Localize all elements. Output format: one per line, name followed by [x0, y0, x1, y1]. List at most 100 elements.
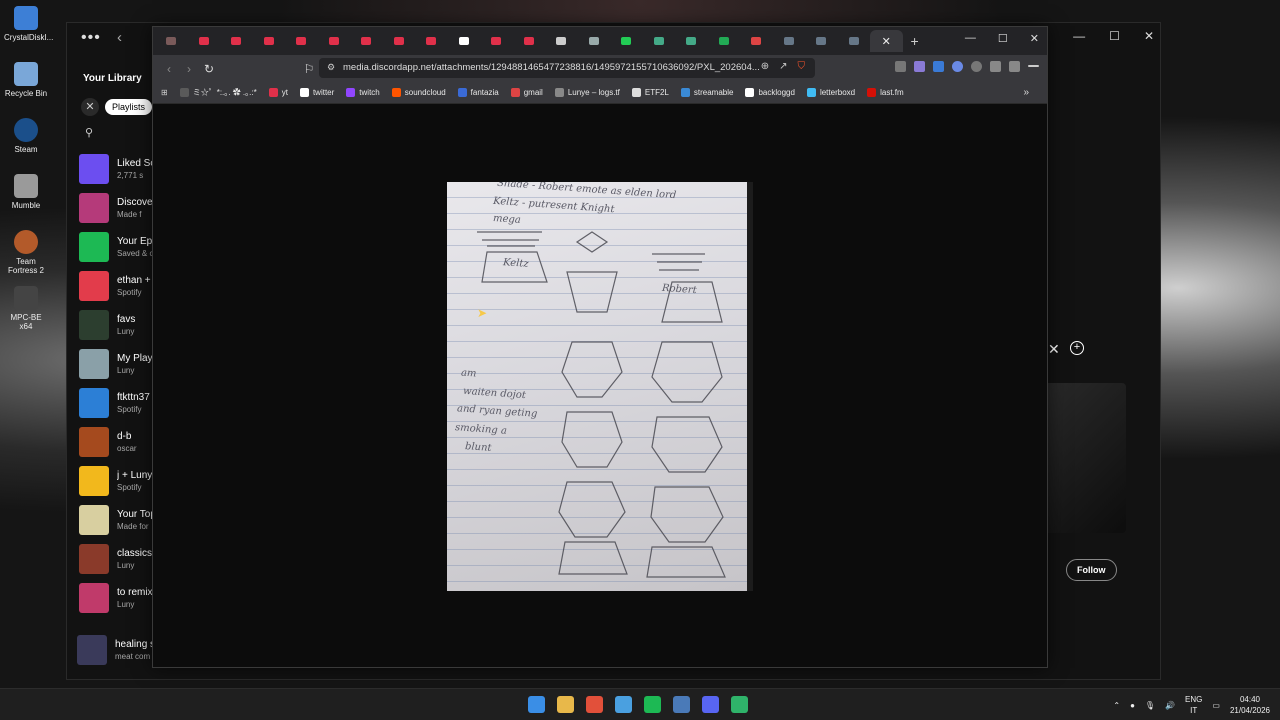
bookmark-item[interactable]: yt: [268, 87, 288, 98]
playlist-item[interactable]: ftkttn37 Spotify: [73, 383, 157, 422]
tab[interactable]: [155, 30, 188, 52]
close-panel-icon[interactable]: ✕: [1048, 341, 1060, 358]
follow-button[interactable]: Follow: [1066, 559, 1117, 581]
now-playing[interactable]: healing s meat com: [77, 635, 155, 665]
forward-icon[interactable]: ›: [179, 62, 199, 76]
discord-tray-icon[interactable]: ●: [1130, 701, 1135, 710]
taskbar-app-icon[interactable]: [557, 696, 574, 713]
puzzle-icon[interactable]: [990, 61, 1001, 72]
taskbar-app-icon[interactable]: [702, 696, 719, 713]
tray-overflow-icon[interactable]: ⌃: [1113, 701, 1120, 710]
bookmark-icon[interactable]: ⚐: [299, 62, 319, 76]
tab[interactable]: [805, 30, 838, 52]
bookmarks-overflow-icon[interactable]: »: [1023, 87, 1029, 98]
taskbar-app-icon[interactable]: [528, 696, 545, 713]
taskbar-app-icon[interactable]: [731, 696, 748, 713]
address-bar[interactable]: ⚙ media.discordapp.net/attachments/12948…: [319, 58, 815, 78]
tab[interactable]: [578, 30, 611, 52]
extension-icon[interactable]: [933, 61, 944, 72]
bookmark-item[interactable]: letterboxd: [806, 87, 855, 98]
url-text[interactable]: media.discordapp.net/attachments/1294881…: [343, 62, 760, 73]
tab[interactable]: [188, 30, 221, 52]
tab[interactable]: [643, 30, 676, 52]
desktop-icon-mumble[interactable]: Mumble: [4, 174, 48, 210]
tab[interactable]: [415, 30, 448, 52]
tab[interactable]: [480, 30, 513, 52]
tab[interactable]: [513, 30, 546, 52]
new-tab-button[interactable]: +: [911, 33, 919, 49]
tab[interactable]: [773, 30, 806, 52]
extension-icon[interactable]: [895, 61, 906, 72]
tab[interactable]: [448, 30, 481, 52]
bookmark-item[interactable]: Lunye – logs.tf: [554, 87, 620, 98]
taskbar-app-icon[interactable]: [644, 696, 661, 713]
tab[interactable]: [253, 30, 286, 52]
menu-dots-icon[interactable]: •••: [81, 29, 101, 47]
bookmark-item[interactable]: twitter: [299, 87, 334, 98]
taskbar-app-icon[interactable]: [615, 696, 632, 713]
speaker-icon[interactable]: 🔊: [1165, 701, 1175, 710]
tab[interactable]: [838, 30, 871, 52]
tab[interactable]: [610, 30, 643, 52]
clear-filter-icon[interactable]: ✕: [81, 98, 99, 116]
site-info-icon[interactable]: ⚙: [327, 62, 335, 73]
playlist-item[interactable]: Your Epi Saved & c: [73, 227, 157, 266]
now-playing-artist[interactable]: meat com: [115, 652, 155, 661]
bookmark-item[interactable]: streamable: [680, 87, 733, 98]
close-icon[interactable]: ✕: [1144, 29, 1154, 43]
tab[interactable]: [675, 30, 708, 52]
clock[interactable]: 04:40 21/04/2026: [1230, 694, 1270, 716]
playlist-item[interactable]: Liked So 2,771 s: [73, 149, 157, 188]
minimize-icon[interactable]: —: [1073, 29, 1085, 43]
close-tab-icon[interactable]: ✕: [882, 35, 891, 48]
microphone-icon[interactable]: 🎙: [1145, 701, 1155, 710]
desktop-icon-steam[interactable]: Steam: [4, 118, 48, 154]
bookmark-item[interactable]: twitch: [346, 87, 380, 98]
bookmark-item[interactable]: backloggd: [745, 87, 795, 98]
brave-shield-icon[interactable]: ⛉: [798, 61, 806, 72]
playlists-chip[interactable]: Playlists: [105, 99, 153, 115]
language-indicator[interactable]: ENG IT: [1185, 694, 1202, 716]
desktop-icon-recycle-bin[interactable]: Recycle Bin: [4, 62, 48, 98]
bookmark-item[interactable]: ETF2L: [631, 87, 669, 98]
playlist-item[interactable]: to remix Luny: [73, 578, 157, 617]
desktop-icon-mpc[interactable]: MPC-BE x64: [4, 286, 48, 331]
bookmark-item[interactable]: last.fm: [867, 87, 904, 98]
minimize-icon[interactable]: —: [965, 32, 976, 45]
image-attachment[interactable]: Shade - Robert emote as elden lord Keltz…: [447, 182, 753, 591]
playlist-item[interactable]: favs Luny: [73, 305, 157, 344]
add-icon[interactable]: +: [1070, 341, 1084, 355]
maximize-icon[interactable]: ☐: [998, 32, 1008, 45]
search-icon[interactable]: ⚲: [85, 126, 157, 139]
back-arrow-icon[interactable]: ‹: [117, 29, 122, 46]
share-icon[interactable]: ↗: [779, 61, 787, 72]
playlist-item[interactable]: ethan + Spotify: [73, 266, 157, 305]
extension-icon[interactable]: [952, 61, 963, 72]
network-icon[interactable]: ▭: [1212, 701, 1220, 710]
bookmark-item[interactable]: ミ☆゜*:.｡. ✿ .｡.:*: [179, 87, 257, 98]
tab[interactable]: [285, 30, 318, 52]
reload-icon[interactable]: ↻: [199, 62, 219, 76]
playlist-item[interactable]: d-b oscar: [73, 422, 157, 461]
apps-grid-icon[interactable]: ⊞: [161, 88, 168, 97]
tab[interactable]: [350, 30, 383, 52]
tab[interactable]: [708, 30, 741, 52]
playlist-item[interactable]: Discover Made f: [73, 188, 157, 227]
taskbar-app-icon[interactable]: [586, 696, 603, 713]
desktop-icon-tf2[interactable]: Team Fortress 2: [4, 230, 48, 275]
close-icon[interactable]: ✕: [1030, 32, 1039, 45]
tab[interactable]: [318, 30, 351, 52]
playlist-item[interactable]: My Playl Luny: [73, 344, 157, 383]
extension-icon[interactable]: [914, 61, 925, 72]
tab[interactable]: [220, 30, 253, 52]
extension-icon[interactable]: [971, 61, 982, 72]
zoom-icon[interactable]: ⊕: [761, 61, 769, 72]
bookmark-item[interactable]: gmail: [510, 87, 543, 98]
menu-icon[interactable]: [1028, 65, 1039, 67]
playlist-item[interactable]: Your Top Made for: [73, 500, 157, 539]
tab[interactable]: [545, 30, 578, 52]
bookmark-item[interactable]: soundcloud: [391, 87, 446, 98]
bookmark-item[interactable]: fantazia: [457, 87, 499, 98]
maximize-icon[interactable]: ☐: [1109, 29, 1120, 43]
tab[interactable]: [740, 30, 773, 52]
